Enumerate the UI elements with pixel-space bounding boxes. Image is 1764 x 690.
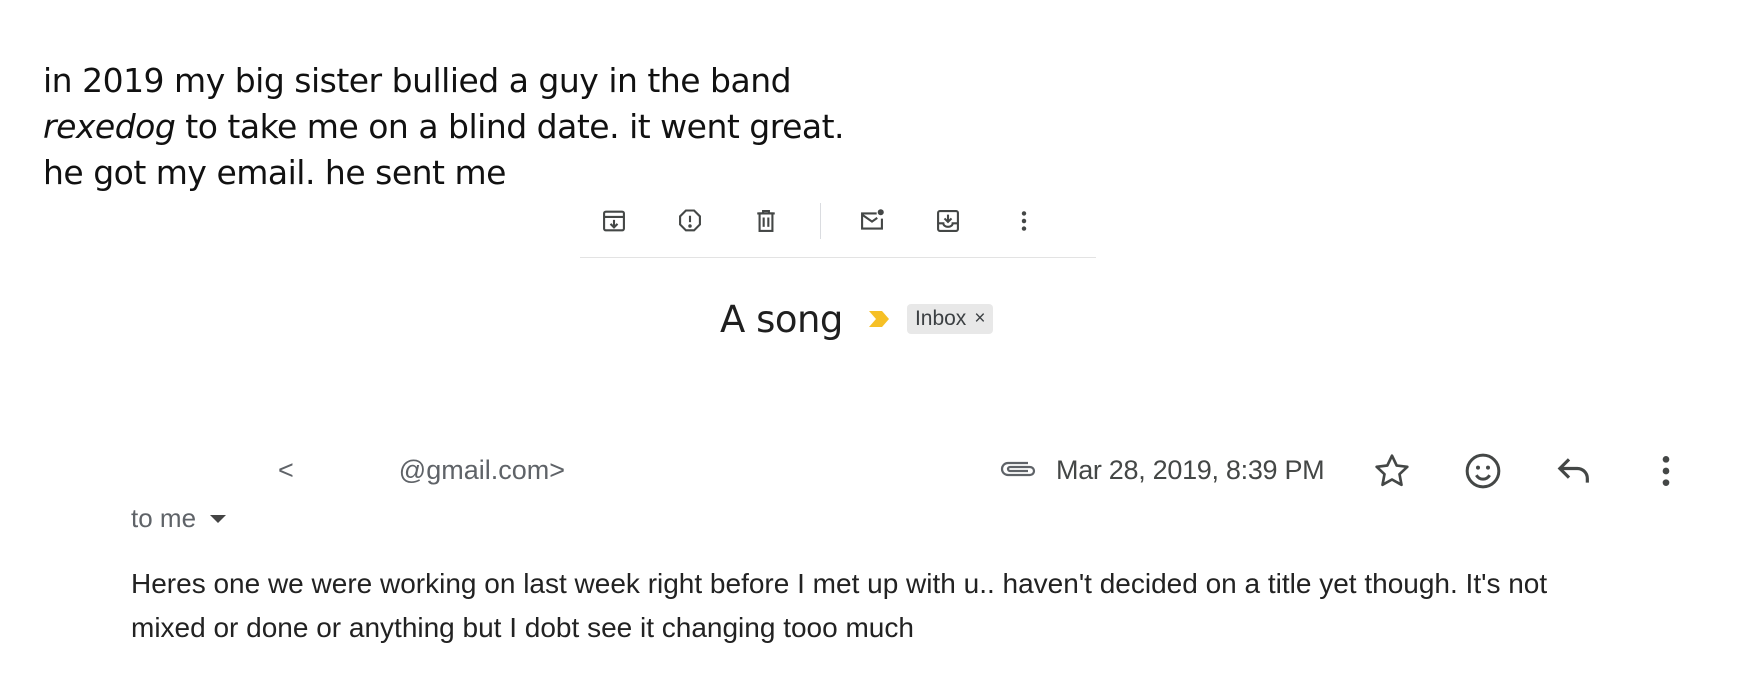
importance-marker-icon[interactable] xyxy=(867,308,891,330)
move-to-icon[interactable] xyxy=(928,201,968,241)
delete-icon[interactable] xyxy=(746,201,786,241)
email-body: Heres one we were working on last week r… xyxy=(131,562,1691,650)
archive-icon[interactable] xyxy=(594,201,634,241)
email-body-line-2: mixed or done or anything but I dobt see… xyxy=(131,612,914,643)
email-body-line-1: Heres one we were working on last week r… xyxy=(131,568,1548,599)
more-vert-icon[interactable] xyxy=(1004,201,1044,241)
mark-unread-icon[interactable] xyxy=(852,201,892,241)
recipient-label: to me xyxy=(131,503,197,533)
inbox-label-chip[interactable]: Inbox × xyxy=(906,304,994,334)
toolbar-divider xyxy=(820,203,821,239)
chevron-down-icon xyxy=(210,514,227,523)
attachment-icon xyxy=(1000,461,1036,477)
caption-line-3: he got my email. he sent me xyxy=(43,153,506,192)
post-caption: in 2019 my big sister bullied a guy in t… xyxy=(43,58,845,196)
more-options-icon[interactable] xyxy=(1643,448,1689,494)
recipient-dropdown[interactable]: to me xyxy=(131,503,227,534)
report-spam-icon[interactable] xyxy=(670,201,710,241)
caption-line-1: in 2019 my big sister bullied a guy in t… xyxy=(43,61,792,100)
caption-line-2-rest: to take me on a blind date. it went grea… xyxy=(175,107,845,146)
star-icon[interactable] xyxy=(1369,448,1415,494)
emoji-reaction-icon[interactable] xyxy=(1460,448,1506,494)
email-date: Mar 28, 2019, 8:39 PM xyxy=(1056,455,1325,485)
remove-label-icon[interactable]: × xyxy=(974,308,985,330)
sender-address: < @gmail.com> xyxy=(278,455,565,485)
email-toolbar xyxy=(580,195,1096,258)
reply-icon[interactable] xyxy=(1551,448,1597,494)
inbox-label-text: Inbox xyxy=(914,307,967,330)
band-name: rexedog xyxy=(43,107,176,146)
caption-line-2: rexedog to take me on a blind date. it w… xyxy=(43,104,845,150)
email-subject: A song xyxy=(720,297,843,341)
subject-row: A song Inbox × xyxy=(720,296,994,342)
